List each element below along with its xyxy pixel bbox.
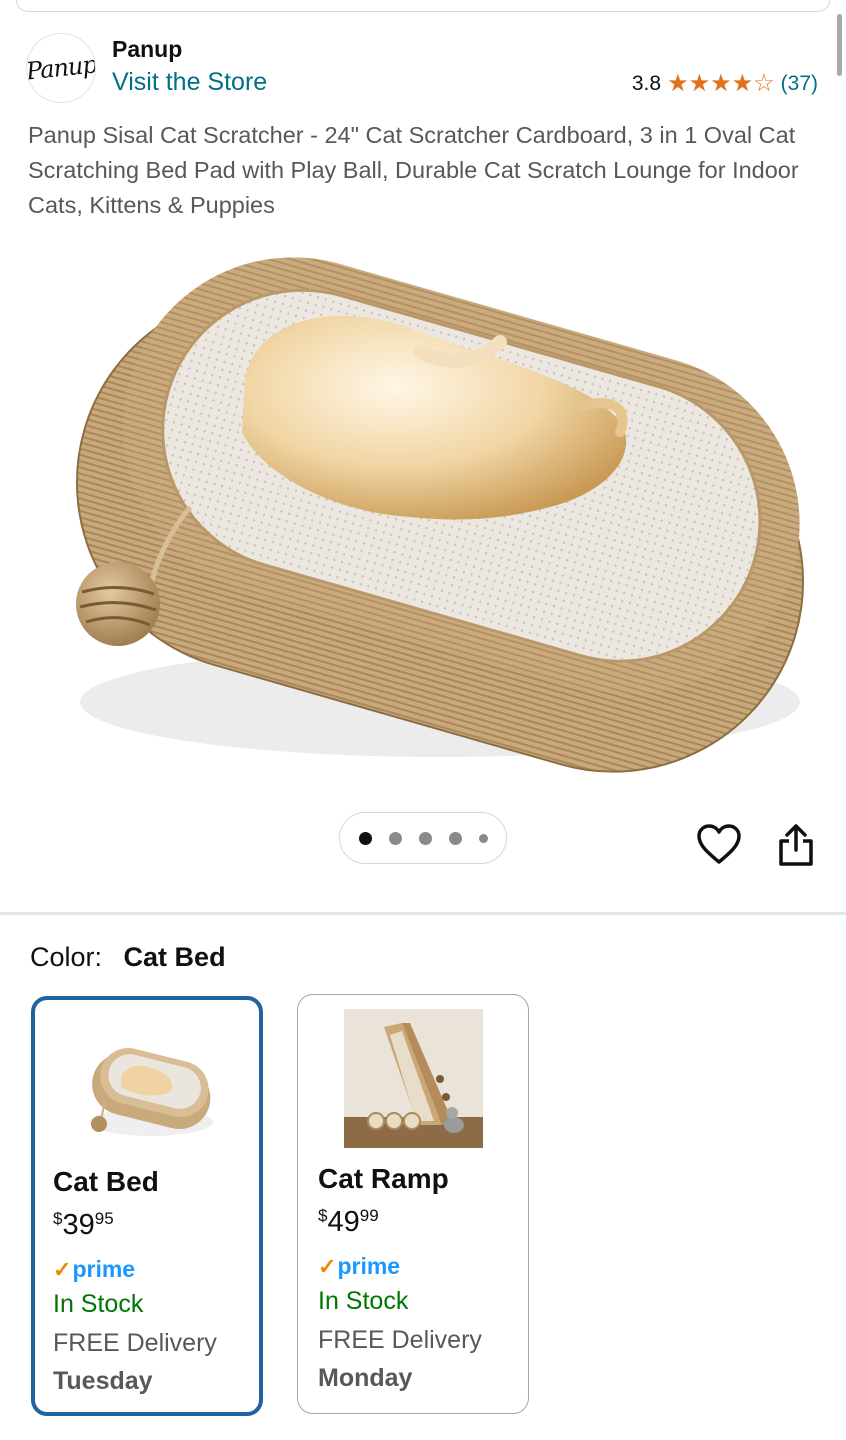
pager-dot[interactable] [478, 833, 488, 843]
pager-dot-active[interactable] [358, 831, 372, 845]
brand-name: Panup [112, 36, 183, 62]
delivery-text: FREE Delivery [318, 1326, 482, 1354]
section-divider [0, 912, 846, 915]
brand-logo-text: Panup [26, 50, 96, 86]
rating-summary[interactable]: 3.8 ★ ★ ★ ★ ☆ (37) [632, 72, 818, 96]
price-whole: 39 [62, 1209, 95, 1241]
variant-selected-value: Cat Bed [123, 942, 226, 972]
prime-check-icon: ✓ [318, 1253, 337, 1279]
search-bar[interactable] [16, 0, 830, 12]
delivery-day: Tuesday [53, 1367, 153, 1395]
prime-check-icon: ✓ [53, 1256, 72, 1282]
rating-value: 3.8 [631, 72, 662, 95]
prime-badge: ✓ prime [318, 1253, 400, 1280]
star-full-icon: ★ [731, 70, 754, 97]
price-symbol: $ [53, 1209, 63, 1228]
product-title: Panup Sisal Cat Scratcher - 24" Cat Scra… [28, 122, 799, 218]
stock-status: In Stock [53, 1290, 144, 1318]
stock-status: In Stock [318, 1287, 409, 1315]
visit-store-link[interactable]: Visit the Store [112, 68, 267, 97]
variant-name: Cat Ramp [318, 1163, 449, 1194]
star-full-icon: ★ [710, 70, 732, 97]
pager-dot[interactable] [448, 831, 462, 845]
pager-dot[interactable] [388, 831, 402, 845]
delivery-text: FREE Delivery [53, 1329, 217, 1357]
price-symbol: $ [318, 1206, 328, 1225]
image-pager[interactable] [339, 812, 507, 864]
star-empty-icon: ☆ [753, 70, 775, 97]
review-count-link[interactable]: (37) [781, 72, 818, 96]
prime-badge: ✓ prime [53, 1256, 135, 1283]
variant-label-row: Color: Cat Bed [30, 942, 226, 973]
price-whole: 49 [327, 1206, 360, 1238]
brand-logo[interactable]: Panup [26, 33, 96, 103]
star-rating: ★ ★ ★ ★ ☆ [667, 72, 775, 96]
scrollbar[interactable] [837, 14, 842, 76]
variant-card-cat-ramp[interactable]: Cat Ramp $ 49 99 ✓ prime In Stock FREE D… [297, 994, 529, 1414]
variant-label: Color: [30, 942, 103, 972]
product-image[interactable] [30, 232, 830, 782]
star-full-icon: ★ [688, 70, 711, 97]
variant-thumb-cat-ramp [344, 1009, 483, 1148]
variant-card-cat-bed[interactable]: Cat Bed $ 39 95 ✓ prime In Stock FREE De… [31, 996, 263, 1416]
price-cents: 99 [359, 1206, 379, 1225]
variant-price: $ 39 95 [53, 1208, 114, 1242]
pager-dot[interactable] [418, 831, 432, 845]
variant-thumb-cat-bed [89, 1048, 213, 1136]
heart-icon[interactable] [697, 823, 741, 867]
delivery-day: Monday [318, 1364, 413, 1392]
prime-label: prime [72, 1256, 136, 1282]
star-full-icon: ★ [667, 70, 689, 97]
share-icon[interactable] [776, 822, 816, 868]
price-cents: 95 [94, 1209, 114, 1228]
variant-name: Cat Bed [53, 1166, 159, 1197]
prime-label: prime [337, 1253, 401, 1279]
variant-price: $ 49 99 [318, 1205, 379, 1239]
